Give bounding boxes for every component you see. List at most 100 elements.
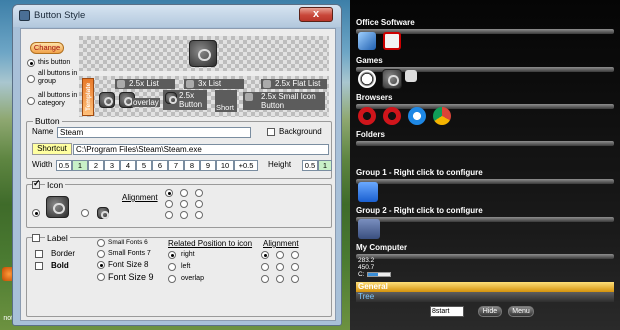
template-2-5x-list[interactable]: 2.5x List [115,79,175,89]
template-2-5x-button-label: 2.5x Button [179,91,203,109]
icon-align-tr[interactable] [195,189,203,197]
internet-explorer-icon[interactable] [408,107,426,125]
height-1[interactable]: 1 [318,160,332,171]
close-button[interactable]: x [299,7,333,22]
template-button-icon [165,92,177,104]
icon-align-tl[interactable] [165,189,173,197]
office-app-icon[interactable] [358,32,376,50]
bold-checkbox[interactable] [35,262,43,270]
border-label: Border [51,249,76,258]
icon-align-bc[interactable] [180,211,188,219]
width-2[interactable]: 2 [88,160,104,171]
width-9[interactable]: 9 [200,160,216,171]
button-preview [79,36,329,71]
template-3x-list[interactable]: 3x List [184,79,244,89]
background-checkbox[interactable] [267,128,275,136]
shortcut-path-field[interactable]: C:\Program Files\Steam\Steam.exe [73,144,329,155]
border-checkbox[interactable] [35,250,43,258]
width-5[interactable]: 5 [136,160,152,171]
width-1[interactable]: 1 [72,160,88,171]
steam-panel-icon[interactable] [382,69,402,89]
google-icon[interactable] [358,182,378,202]
section-games[interactable]: Games [356,56,614,72]
hide-button[interactable]: Hide [478,306,502,317]
icon-align-ml[interactable] [165,200,173,208]
width-3[interactable]: 3 [104,160,120,171]
steam-icon [189,40,217,67]
label-checkbox[interactable] [32,234,40,242]
game-tool-icon[interactable] [405,70,417,82]
width-4[interactable]: 4 [120,160,136,171]
width-7[interactable]: 7 [168,160,184,171]
position-right-radio[interactable] [168,251,176,259]
icon-align-tc[interactable] [180,189,188,197]
size-8-radio[interactable] [97,261,105,269]
template-label: Template [82,78,94,116]
icon-large-radio[interactable] [32,209,40,217]
width-6[interactable]: 6 [152,160,168,171]
scope-category-radio[interactable] [27,97,35,105]
section-browsers[interactable]: Browsers [356,93,614,109]
chrome-browser-icon[interactable] [433,107,451,125]
width-10[interactable]: 10 [216,160,234,171]
width-plus-0-5[interactable]: +0.5 [234,160,258,171]
position-overlap-radio[interactable] [168,275,176,283]
size-8-label: Font Size 8 [108,260,149,269]
height-label: Height [268,160,292,169]
section-folders[interactable]: Folders [356,130,614,146]
scope-this-radio[interactable] [27,59,35,67]
size-9-label: Font Size 9 [108,272,154,282]
label-align-ml[interactable] [261,263,269,271]
icon-align-mr[interactable] [195,200,203,208]
size-small7-radio[interactable] [97,250,105,258]
template-2-5x-small-icon-button[interactable]: 2.5x Small Icon Button [243,92,325,110]
button-group-title: Button [33,116,62,126]
width-0-5[interactable]: 0.5 [56,160,72,171]
label-align-mc[interactable] [276,263,284,271]
height-0-5[interactable]: 0.5 [302,160,318,171]
icon-align-bl[interactable] [165,211,173,219]
background-label: Background [279,127,322,136]
label-align-tc[interactable] [276,251,284,259]
tab-tree[interactable]: Tree [356,292,614,302]
icon-align-br[interactable] [195,211,203,219]
position-left-radio[interactable] [168,263,176,271]
size-small6-radio[interactable] [97,239,105,247]
button-style-dialog: Button Style x Change this button all bu… [12,4,342,326]
8start-button[interactable]: 8start [430,306,464,317]
template-2-5x-flat-list[interactable]: 2.5x Flat List [261,79,327,89]
icon-small-radio[interactable] [81,209,89,217]
label-align-tr[interactable] [291,251,299,259]
section-office-software[interactable]: Office Software [356,18,614,34]
label-align-bl[interactable] [261,275,269,283]
template-large-icon[interactable] [99,92,115,108]
change-button[interactable]: Change [30,42,64,54]
name-field[interactable]: Steam [57,127,251,138]
shortcut-button[interactable]: Shortcut [32,143,72,155]
label-align-tl[interactable] [261,251,269,259]
opera-alt-browser-icon[interactable] [383,107,401,125]
title-bar[interactable]: Button Style x [13,5,341,27]
scope-group-radio[interactable] [27,75,35,83]
menu-button[interactable]: Menu [508,306,534,317]
group-2-app-icon[interactable] [358,219,380,239]
position-left-label: left [181,263,191,270]
section-my-computer[interactable]: My Computer [356,243,614,259]
width-8[interactable]: 8 [184,160,200,171]
size-9-radio[interactable] [97,273,105,281]
computer-stat-2: 450.7 [358,264,375,271]
soccer-game-icon[interactable] [358,70,376,88]
label-align-br[interactable] [291,275,299,283]
label-align-mr[interactable] [291,263,299,271]
label-alignment-label: Alignment [263,239,299,248]
drive-c-label: C: [358,271,365,278]
pdf-reader-icon[interactable] [383,32,401,50]
opera-browser-icon[interactable] [358,107,376,125]
icon-align-mc[interactable] [180,200,188,208]
section-group-1[interactable]: Group 1 - Right click to configure [356,168,614,184]
icon-checkbox[interactable] [32,178,41,189]
scope-group-label: all buttons in group [38,70,78,85]
label-align-bc[interactable] [276,275,284,283]
section-group-2[interactable]: Group 2 - Right click to configure [356,206,614,222]
drive-usage-bar [367,272,391,277]
